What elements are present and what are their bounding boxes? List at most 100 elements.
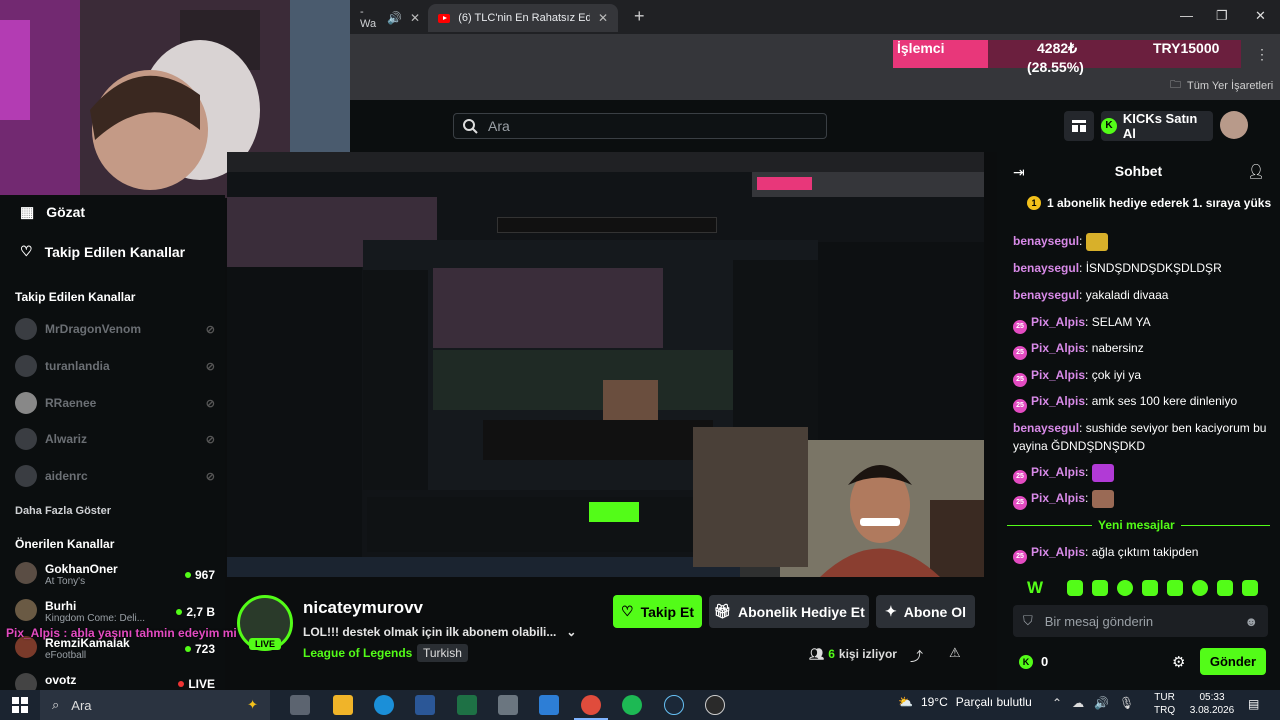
chevron-up-icon[interactable]: ⌃ bbox=[1052, 696, 1062, 710]
chat-popup-overlay: Pix_Alpis : abla yaşını tahmin edeyim mi bbox=[6, 626, 237, 640]
user-settings-icon[interactable]: 👤︎ bbox=[1247, 163, 1265, 180]
browse-grid-button[interactable] bbox=[1064, 111, 1094, 141]
browser-tab-2[interactable]: (6) TLC'nin En Rahatsız Edici Pro ✕ bbox=[428, 4, 618, 32]
emote-icon[interactable] bbox=[1142, 580, 1158, 596]
search-icon: ⌕ bbox=[52, 697, 60, 712]
window-close-icon[interactable]: ✕ bbox=[1255, 8, 1266, 24]
pinned-gift-banner[interactable]: 1 1 abonelik hediye ederek 1. sıraya yük… bbox=[1027, 196, 1271, 210]
recommended-channel[interactable]: Burhi Kingdom Come: Deli... 2,7 B bbox=[15, 599, 215, 624]
taskbar-search-placeholder: Ara bbox=[71, 697, 92, 713]
recommended-channel[interactable]: GokhanOner At Tony's 967 bbox=[15, 562, 215, 587]
gift-sub-button[interactable]: 🎁︎ Abonelik Hediye Et bbox=[709, 595, 869, 628]
file-explorer-icon[interactable] bbox=[333, 695, 353, 715]
chat-username[interactable]: Pix_Alpis bbox=[1031, 394, 1085, 408]
channel-category: eFootball bbox=[45, 650, 87, 661]
chat-username[interactable]: benaysegul bbox=[1013, 234, 1079, 248]
chat-username[interactable]: Pix_Alpis bbox=[1031, 368, 1085, 382]
browser-tab-1[interactable]: - Wa 🔊 ✕ bbox=[350, 4, 430, 32]
mic-icon[interactable]: 🎙︎ bbox=[1119, 696, 1134, 710]
followed-channel[interactable]: turanlandia ⊘ bbox=[15, 354, 215, 378]
close-icon[interactable]: ✕ bbox=[598, 11, 608, 25]
subscribe-button[interactable]: ✦ Abone Ol bbox=[876, 595, 975, 628]
emote-icon[interactable] bbox=[1192, 580, 1208, 596]
chat-username[interactable]: Pix_Alpis bbox=[1031, 465, 1085, 479]
task-view-icon[interactable] bbox=[290, 695, 310, 715]
user-avatar[interactable] bbox=[1220, 111, 1248, 139]
maximize-icon[interactable]: ❐ bbox=[1216, 8, 1228, 24]
small-facecam-overlay bbox=[693, 427, 808, 567]
chevron-down-icon[interactable]: ⌄ bbox=[566, 625, 576, 639]
followed-channel[interactable]: Alwariz ⊘ bbox=[15, 427, 215, 451]
folder-icon: 🗀 bbox=[1170, 79, 1181, 91]
sidebar-item-following[interactable]: ♡ Takip Edilen Kanallar bbox=[20, 243, 185, 260]
send-button[interactable]: Gönder bbox=[1200, 648, 1266, 675]
emote-icon[interactable] bbox=[1067, 580, 1083, 596]
store-icon[interactable] bbox=[539, 695, 559, 715]
network-icon[interactable]: ☁ bbox=[1072, 696, 1084, 710]
chrome-icon[interactable] bbox=[581, 695, 601, 715]
chat-message: 25 Pix_Alpis: çok iyi ya bbox=[1013, 366, 1268, 387]
chat-username[interactable]: Pix_Alpis bbox=[1031, 545, 1085, 559]
all-bookmarks[interactable]: 🗀 Tüm Yer İşaretleri bbox=[1170, 76, 1273, 95]
buy-kicks-label: KICKs Satın Al bbox=[1122, 111, 1198, 141]
chat-panel: ⇥ Sohbet 👤︎ 1 1 abonelik hediye ederek 1… bbox=[997, 152, 1280, 690]
language-code: TUR bbox=[1154, 692, 1175, 703]
chat-username[interactable]: Pix_Alpis bbox=[1031, 315, 1085, 329]
chat-username[interactable]: Pix_Alpis bbox=[1031, 491, 1085, 505]
buy-kicks-button[interactable]: K KICKs Satın Al bbox=[1101, 111, 1213, 141]
chat-text: nabersinz bbox=[1091, 341, 1144, 355]
gear-icon[interactable]: ⚙ bbox=[1172, 653, 1185, 671]
emoji-icon[interactable]: ☻ bbox=[1244, 614, 1258, 629]
sidebar-item-label: Gözat bbox=[46, 204, 86, 220]
close-icon[interactable]: ✕ bbox=[410, 11, 420, 25]
chat-username[interactable]: benaysegul bbox=[1013, 421, 1079, 435]
emote-icon[interactable] bbox=[1167, 580, 1183, 596]
volume-icon[interactable]: 🔊 bbox=[1094, 696, 1109, 710]
calculator-icon[interactable] bbox=[498, 695, 518, 715]
taskbar-search[interactable]: ⌕ Ara ✦ bbox=[40, 690, 270, 720]
tag-chip[interactable]: Turkish bbox=[417, 644, 468, 662]
followed-channel[interactable]: aidenrc ⊘ bbox=[15, 464, 215, 488]
search-input[interactable]: Ara bbox=[453, 113, 827, 139]
kicks-icon: K bbox=[1101, 118, 1117, 134]
sidebar-item-browse[interactable]: ▦ Gözat bbox=[20, 203, 85, 221]
browse-icon: ▦ bbox=[20, 204, 35, 221]
edge-icon[interactable] bbox=[374, 695, 394, 715]
notification-icon[interactable]: ▤ bbox=[1248, 697, 1259, 711]
windows-start-icon[interactable] bbox=[12, 697, 28, 713]
emote-icon[interactable] bbox=[1092, 580, 1108, 596]
emote-icon[interactable] bbox=[1217, 580, 1233, 596]
chat-username[interactable]: benaysegul bbox=[1013, 288, 1079, 302]
pinned-text: 1 abonelik hediye ederek 1. sıraya yüks bbox=[1047, 196, 1272, 210]
chat-username[interactable]: Pix_Alpis bbox=[1031, 341, 1085, 355]
emote-icon[interactable] bbox=[1242, 580, 1258, 596]
language-indicator[interactable]: TUR TRQ bbox=[1154, 691, 1175, 717]
minimize-icon[interactable]: — bbox=[1180, 8, 1193, 23]
channel-name[interactable]: nicateymurovv bbox=[303, 598, 423, 618]
report-icon[interactable]: ⚠ bbox=[949, 645, 961, 661]
system-tray[interactable]: ⌃ ☁ 🔊 🎙︎ bbox=[1052, 696, 1134, 710]
menu-kebab-icon[interactable]: ⋮ bbox=[1255, 46, 1269, 63]
captured-browser-tabs bbox=[227, 152, 984, 172]
excel-icon[interactable] bbox=[457, 695, 477, 715]
follow-button[interactable]: ♡ Takip Et bbox=[613, 595, 702, 628]
followed-channel[interactable]: MrDragonVenom ⊘ bbox=[15, 317, 215, 341]
kick-emote-icon[interactable]: W bbox=[1027, 578, 1043, 598]
share-icon[interactable]: ⤴ bbox=[910, 646, 923, 665]
spotify-icon[interactable] bbox=[622, 695, 642, 715]
steam-icon[interactable] bbox=[664, 695, 684, 715]
stream-title: LOL!!! destek olmak için ilk abonem olab… bbox=[303, 625, 557, 639]
word-icon[interactable] bbox=[415, 695, 435, 715]
weather-widget[interactable]: ⛅ 19°C Parçalı bulutlu bbox=[898, 695, 1032, 709]
show-more-link[interactable]: Daha Fazla Göster bbox=[15, 505, 111, 517]
clock[interactable]: 05:33 3.08.2026 bbox=[1188, 691, 1236, 717]
followed-channel[interactable]: RRaenee ⊘ bbox=[15, 391, 215, 415]
emote-icon[interactable] bbox=[1117, 580, 1133, 596]
category-link[interactable]: League of Legends bbox=[303, 646, 412, 660]
chat-message: benaysegul: bbox=[1013, 232, 1268, 251]
chat-input[interactable]: ⛉ Bir mesaj gönderin ☻ bbox=[1013, 605, 1268, 637]
chat-username[interactable]: benaysegul bbox=[1013, 261, 1079, 275]
new-tab-button[interactable]: + bbox=[634, 6, 645, 27]
kicks-balance[interactable]: K 0 bbox=[1019, 654, 1048, 669]
obs-icon[interactable] bbox=[705, 695, 725, 715]
